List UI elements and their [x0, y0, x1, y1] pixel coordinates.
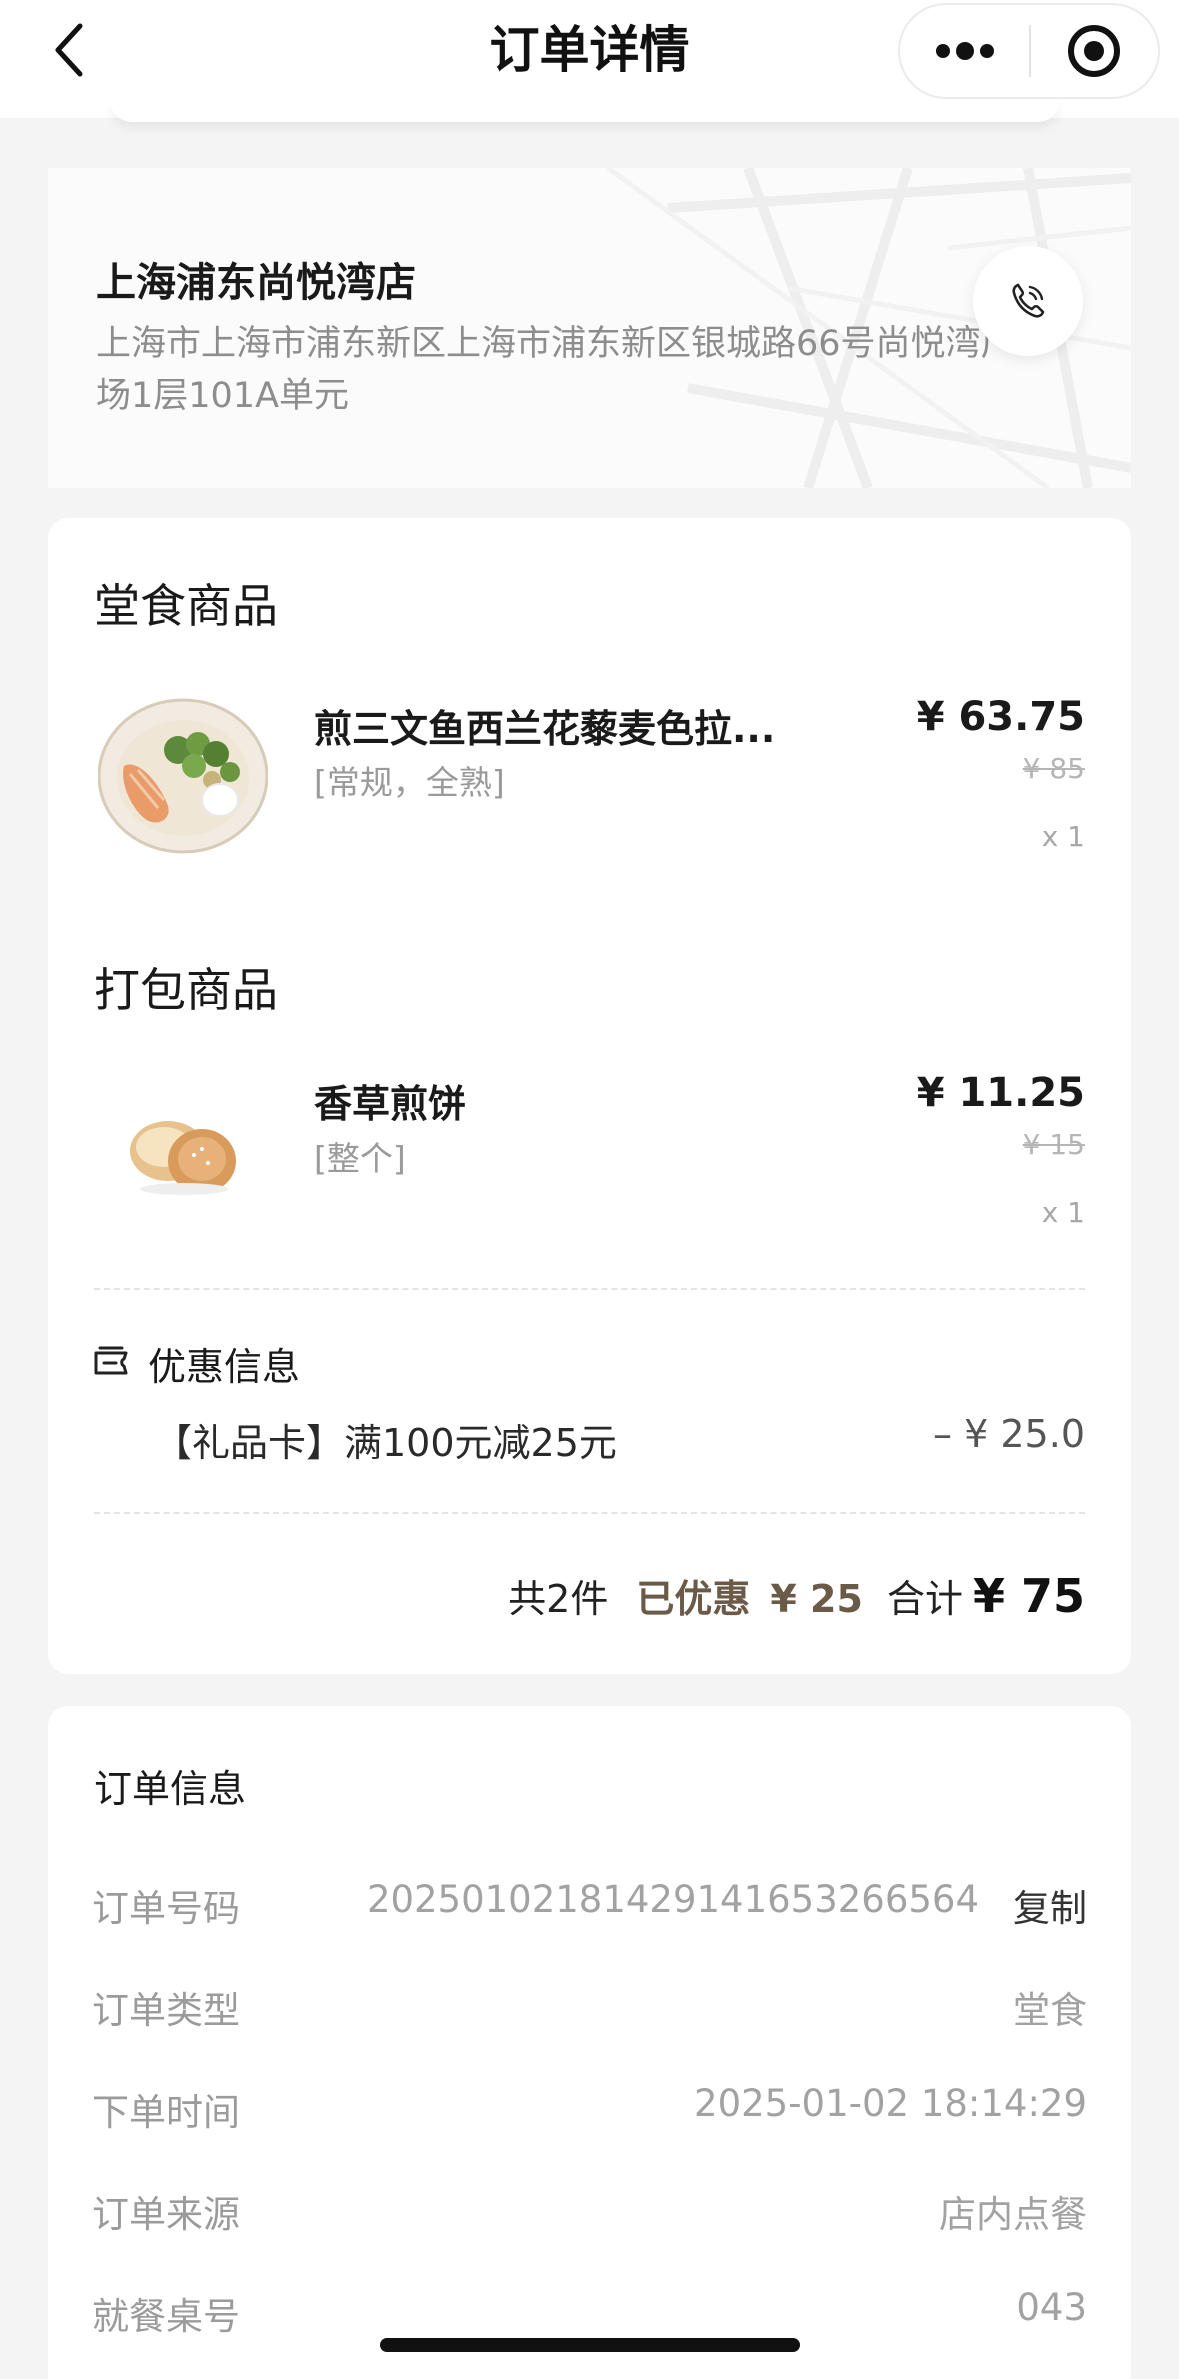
- more-button[interactable]: [900, 5, 1029, 97]
- order-time-row: 下单时间 2025-01-02 18:14:29: [92, 2082, 1087, 2142]
- product-price: ¥ 11.25: [916, 1070, 1085, 1116]
- discount-header: 优惠信息: [92, 1336, 300, 1391]
- order-number-label: 订单号码: [92, 1887, 240, 1930]
- total-label: 合计: [886, 1577, 963, 1621]
- order-type-label: 订单类型: [92, 1989, 240, 2032]
- store-name: 上海浦东尚悦湾店: [96, 260, 416, 306]
- order-detail-page: 订单详情 上海浦东尚悦湾店 上海市上海市浦东新区上海市浦东新区银城路66号尚悦湾…: [0, 0, 1179, 2379]
- table-number-label: 就餐桌号: [92, 2295, 240, 2338]
- total-amount: ¥ 75: [972, 1569, 1085, 1623]
- table-number-value: 043: [1016, 2286, 1087, 2329]
- saved-label: 已优惠: [636, 1577, 751, 1621]
- discount-amount: – ¥ 25.0: [933, 1412, 1085, 1456]
- product-spec: [整个]: [314, 1139, 406, 1178]
- order-number-row: 订单号码 20250102181429141653266564 复制: [92, 1878, 1087, 1938]
- store-card: 上海浦东尚悦湾店 上海市上海市浦东新区上海市浦东新区银城路66号尚悦湾广场1层1…: [48, 168, 1131, 488]
- discount-title: 优惠信息: [148, 1345, 301, 1389]
- order-source-row: 订单来源 店内点餐: [92, 2184, 1087, 2244]
- product-name: 香草煎饼: [314, 1082, 467, 1126]
- product-quantity: x 1: [1041, 820, 1085, 853]
- order-time-label: 下单时间: [92, 2091, 240, 2134]
- order-type-row: 订单类型 堂食: [92, 1980, 1087, 2040]
- product-name: 煎三文鱼西兰花藜麦色拉...: [314, 707, 776, 751]
- mini-program-capsule: [898, 3, 1160, 99]
- phone-icon: [1012, 283, 1045, 318]
- ticket-icon: [94, 1346, 128, 1374]
- dine-in-title: 堂食商品: [94, 579, 278, 633]
- order-summary: 共2件 已优惠 ¥ 25 合计 ¥ 75: [508, 1568, 1085, 1623]
- saved-amount: ¥ 25: [770, 1577, 863, 1621]
- order-type-value: 堂食: [1013, 1989, 1087, 2032]
- product-quantity: x 1: [1041, 1196, 1085, 1229]
- discount-description: 【礼品卡】满100元减25元: [154, 1421, 617, 1465]
- home-indicator[interactable]: [380, 2338, 800, 2352]
- salmon-salad-image: [98, 698, 268, 854]
- product-spec: [常规，全熟]: [314, 763, 505, 802]
- call-store-button[interactable]: [973, 246, 1083, 356]
- product-original-price: ¥ 85: [1022, 752, 1085, 785]
- divider: [94, 1288, 1085, 1290]
- more-dots-icon: [935, 42, 994, 60]
- order-time-value: 2025-01-02 18:14:29: [694, 2082, 1087, 2125]
- pancake-image: [130, 1121, 236, 1195]
- product-original-price: ¥ 15: [1022, 1128, 1085, 1161]
- order-source-value: 店内点餐: [939, 2193, 1087, 2236]
- navbar-edge: [110, 100, 1060, 122]
- close-mini-program-button[interactable]: [1031, 5, 1158, 97]
- divider: [94, 1512, 1085, 1514]
- order-source-label: 订单来源: [92, 2193, 240, 2236]
- order-info-title: 订单信息: [94, 1767, 247, 1811]
- takeaway-title: 打包商品: [94, 963, 278, 1017]
- products-card: 堂食商品 煎三文鱼西兰花藜麦色拉... [常规，全熟] ¥ 63.75 ¥ 85…: [48, 518, 1131, 1674]
- order-info-card: 订单信息 订单号码 20250102181429141653266564 复制 …: [48, 1706, 1131, 2379]
- order-number-value: 20250102181429141653266564: [366, 1878, 979, 1921]
- copy-button[interactable]: 复制: [1013, 1878, 1087, 1932]
- item-count: 共2件: [508, 1577, 609, 1621]
- store-address: 上海市上海市浦东新区上海市浦东新区银城路66号尚悦湾广场1层101A单元: [96, 324, 1016, 416]
- target-circle-icon: [1068, 25, 1121, 77]
- product-price: ¥ 63.75: [916, 694, 1085, 740]
- table-number-row: 就餐桌号 043: [92, 2286, 1087, 2346]
